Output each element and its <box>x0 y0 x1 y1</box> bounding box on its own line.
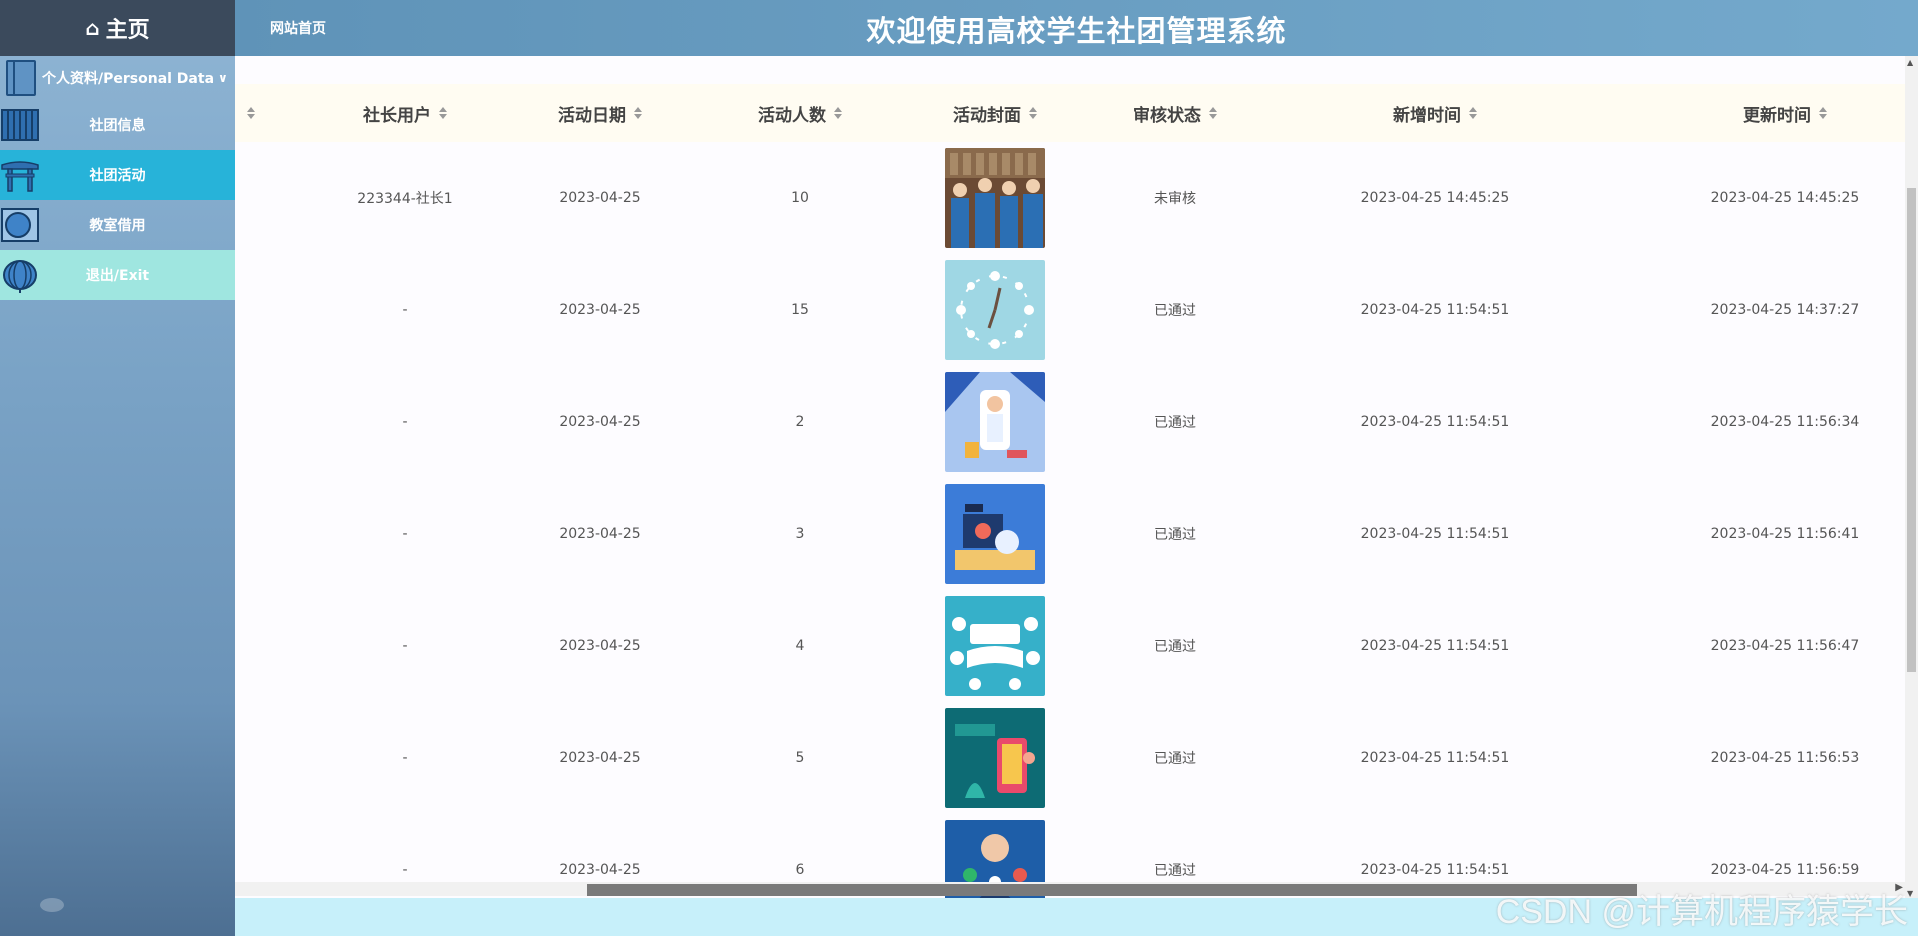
vertical-scrollbar[interactable]: ▲ ▼ <box>1905 56 1918 900</box>
radiator-icon <box>1 109 39 141</box>
cell-count: 3 <box>795 526 805 542</box>
cell-user: - <box>402 638 408 654</box>
column-header-cover[interactable]: 活动封面 <box>920 84 1070 142</box>
column-header-status[interactable]: 审核状态 <box>1100 84 1250 142</box>
lantern-icon <box>3 260 37 293</box>
vertical-scroll-thumb[interactable] <box>1907 188 1916 672</box>
sort-icon <box>1209 107 1217 119</box>
cell-updated: 2023-04-25 11:56:47 <box>1710 638 1860 654</box>
cell-created: 2023-04-25 11:54:51 <box>1360 750 1510 766</box>
table-header: 社长用户 活动日期 活动人数 活动封面 审核状态 新增时间 更新时间 <box>235 84 1905 142</box>
cell-user: - <box>402 414 408 430</box>
cell-date: 2023-04-25 <box>559 638 641 654</box>
circle-frame-icon <box>1 208 39 242</box>
table-row: 223344-社长1 2023-04-25 10 未审核 2023-04-25 14:4… <box>235 148 1905 260</box>
page-title: 欢迎使用高校学生社团管理系统 <box>866 14 1287 48</box>
sidebar-item-classroom-borrow[interactable]: 教室借用 <box>0 200 235 250</box>
table-row: - 2023-04-25 2 已通过 2023-04-25 11:54:51 2023-0… <box>235 372 1905 484</box>
personal-data-label: 个人资料/Personal Data <box>42 71 215 87</box>
home-link[interactable]: ⌂ 主页 <box>0 0 235 56</box>
horizontal-scroll-thumb[interactable] <box>587 884 1637 896</box>
table-row: - 2023-04-25 15 已通过 2023-04-25 11:54:51 2023-… <box>235 260 1905 372</box>
column-header-created[interactable]: 新增时间 <box>1335 84 1535 142</box>
column-header-updated[interactable]: 更新时间 <box>1685 84 1885 142</box>
activity-cover-image <box>945 708 1045 808</box>
sort-icon <box>1029 107 1037 119</box>
cell-count: 5 <box>795 750 805 766</box>
chevron-down-icon: ∨ <box>218 71 228 85</box>
cell-status: 已通过 <box>1154 415 1196 431</box>
sort-icon <box>439 107 447 119</box>
sidebar: ⌂ 主页 个人资料/Personal Data ∨ 社团信息 社团活动 教室借用 <box>0 0 235 936</box>
home-icon: ⌂ <box>85 16 100 40</box>
cell-count: 4 <box>795 638 805 654</box>
home-label: 主页 <box>105 18 150 43</box>
activity-cover-image <box>945 148 1045 248</box>
cell-created: 2023-04-25 11:54:51 <box>1360 638 1510 654</box>
sort-icon <box>634 107 642 119</box>
cell-date: 2023-04-25 <box>559 526 641 542</box>
sort-icon <box>834 107 842 119</box>
cell-updated: 2023-04-25 14:37:27 <box>1710 302 1860 318</box>
activity-table: 社长用户 活动日期 活动人数 活动封面 审核状态 新增时间 更新时间 22334… <box>235 56 1918 900</box>
cell-status: 未审核 <box>1154 191 1196 207</box>
column-header-user[interactable]: 社长用户 <box>330 84 480 142</box>
cell-user: - <box>402 750 408 766</box>
cell-status: 已通过 <box>1154 303 1196 319</box>
scroll-up-icon[interactable]: ▲ <box>1907 58 1913 67</box>
cell-created: 2023-04-25 11:54:51 <box>1360 302 1510 318</box>
cell-user: - <box>402 302 408 318</box>
sidebar-item-club-activity[interactable]: 社团活动 <box>0 150 235 200</box>
cell-user: 223344-社长1 <box>357 191 453 207</box>
cell-created: 2023-04-25 14:45:25 <box>1360 190 1510 206</box>
cell-count: 15 <box>791 302 809 318</box>
sidebar-item-exit[interactable]: 退出/Exit <box>0 250 235 300</box>
cell-status: 已通过 <box>1154 527 1196 543</box>
column-header-date[interactable]: 活动日期 <box>525 84 675 142</box>
decorative-spot <box>40 898 64 912</box>
cell-count: 10 <box>791 190 809 206</box>
activity-cover-image <box>945 260 1045 360</box>
personal-data-menu[interactable]: 个人资料/Personal Data ∨ <box>0 56 235 100</box>
cell-date: 2023-04-25 <box>559 750 641 766</box>
watermark: CSDN @计算机程序猿学长 <box>1495 893 1908 931</box>
cell-date: 2023-04-25 <box>559 190 641 206</box>
top-header: 网站首页 欢迎使用高校学生社团管理系统 <box>235 0 1918 56</box>
cell-created: 2023-04-25 11:54:51 <box>1360 526 1510 542</box>
gate-icon <box>1 161 39 192</box>
sort-icon[interactable] <box>247 107 255 119</box>
table-row: - 2023-04-25 5 已通过 2023-04-25 11:54:51 2023-0… <box>235 708 1905 820</box>
cell-updated: 2023-04-25 11:56:34 <box>1710 414 1860 430</box>
cell-user: - <box>402 526 408 542</box>
cell-updated: 2023-04-25 11:56:53 <box>1710 750 1860 766</box>
cell-status: 已通过 <box>1154 751 1196 767</box>
cell-updated: 2023-04-25 11:56:41 <box>1710 526 1860 542</box>
table-row: - 2023-04-25 3 已通过 2023-04-25 11:54:51 2023-0… <box>235 484 1905 596</box>
book-icon <box>6 60 36 96</box>
table-row: - 2023-04-25 4 已通过 2023-04-25 11:54:51 2023-0… <box>235 596 1905 708</box>
sort-icon <box>1469 107 1477 119</box>
activity-cover-image <box>945 372 1045 472</box>
column-header-count[interactable]: 活动人数 <box>725 84 875 142</box>
cell-date: 2023-04-25 <box>559 414 641 430</box>
cell-created: 2023-04-25 11:54:51 <box>1360 414 1510 430</box>
cell-date: 2023-04-25 <box>559 302 641 318</box>
sidebar-item-club-info[interactable]: 社团信息 <box>0 100 235 150</box>
activity-cover-image <box>945 596 1045 696</box>
sort-icon <box>1819 107 1827 119</box>
cell-status: 已通过 <box>1154 639 1196 655</box>
activity-cover-image <box>945 484 1045 584</box>
cell-count: 2 <box>795 414 805 430</box>
cell-updated: 2023-04-25 14:45:25 <box>1710 190 1860 206</box>
